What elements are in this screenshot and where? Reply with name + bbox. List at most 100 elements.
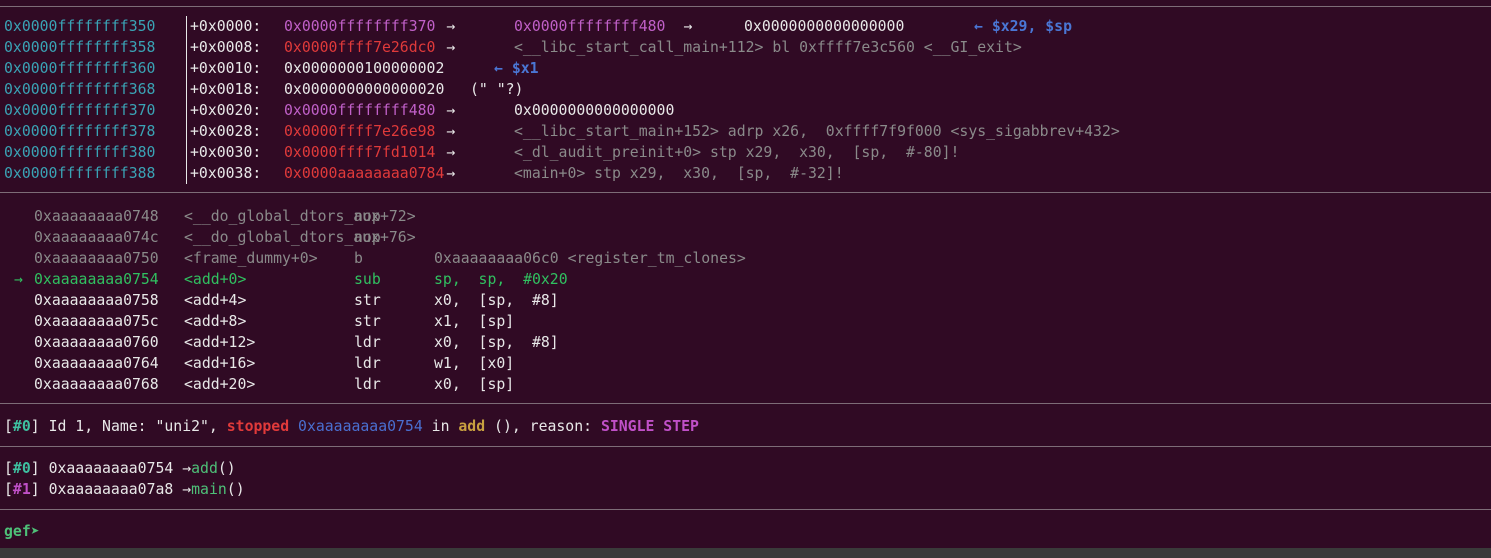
stack-value: 0x0000ffff7e26e98 — [284, 123, 436, 140]
gef-prompt[interactable]: gef➤ — [4, 521, 40, 542]
stack-row: 0x0000ffffffff370 +0x0020: 0x0000ffffffff4… — [4, 100, 1484, 121]
stack-offset: +0x0020: — [190, 102, 262, 119]
instruction-symbol: <frame_dummy+0> — [184, 250, 318, 267]
stack-deref: (" "?) — [470, 81, 524, 98]
separator-trace — [0, 446, 1491, 447]
stack-deref: 0x0000000000000000 — [514, 102, 675, 119]
thread-pc: 0xaaaaaaaa0754 — [298, 418, 423, 435]
stack-deref: <_dl_audit_preinit+0> stp x29, x30, [sp,… — [514, 144, 960, 161]
instruction-operands: x0, [sp, #8] — [434, 334, 559, 351]
frame-arrow-icon: → — [182, 481, 192, 498]
stack-deref: <__libc_start_call_main+112> bl 0xffff7e… — [514, 39, 1022, 56]
deref-arrow: → — [665, 18, 711, 35]
instruction-mnemonic: ldr — [354, 376, 381, 393]
frame-address: 0xaaaaaaaa0754 — [48, 460, 174, 477]
instruction-mnemonic: ldr — [354, 355, 381, 372]
code-row: 0xaaaaaaaa0758 <add+4> str x0, [sp, #8] — [14, 290, 1414, 311]
frame-parens: () — [226, 481, 245, 498]
instruction-address: 0xaaaaaaaa074c — [34, 229, 159, 246]
current-pc-arrow-icon — [14, 290, 23, 311]
instruction-operands: 0xaaaaaaaa06c0 <register_tm_clones> — [434, 250, 746, 267]
current-pc-arrow-icon — [14, 206, 23, 227]
frame-arrow-icon: → — [182, 460, 192, 477]
instruction-symbol: <__do_global_dtors_aux+76> — [184, 229, 416, 246]
stop-reason: SINGLE STEP — [600, 418, 699, 435]
code-row: 0xaaaaaaaa0760 <add+12> ldr x0, [sp, #8] — [14, 332, 1414, 353]
instruction-address: 0xaaaaaaaa0750 — [34, 250, 159, 267]
stack-value: 0x0000ffff7e26dc0 — [284, 39, 436, 56]
instruction-symbol: <add+0> — [184, 271, 247, 288]
stack-divider — [186, 16, 187, 184]
frame-parens: () — [217, 460, 236, 477]
instruction-address: 0xaaaaaaaa0764 — [34, 355, 159, 372]
stack-offset: +0x0010: — [190, 60, 262, 77]
window-bottom-bar — [0, 548, 1491, 558]
instruction-operands: x1, [sp] — [434, 313, 515, 330]
current-pc-arrow-icon: → — [14, 271, 23, 288]
deref-arrow: → — [437, 39, 465, 56]
instruction-symbol: <add+4> — [184, 292, 247, 309]
stack-offset: +0x0008: — [190, 39, 262, 56]
code-row: 0xaaaaaaaa0748 <__do_global_dtors_aux+72>… — [14, 206, 1414, 227]
instruction-address: 0xaaaaaaaa0768 — [34, 376, 159, 393]
backtrace-frame: [#1] 0xaaaaaaaa07a8 →main() — [4, 479, 245, 500]
stack-value: 0x0000000100000002 — [284, 60, 445, 77]
instruction-operands: sp, sp, #0x20 — [434, 271, 568, 288]
stack-address: 0x0000ffffffff388 — [4, 165, 156, 182]
code-row: 0xaaaaaaaa075c <add+8> str x1, [sp] — [14, 311, 1414, 332]
current-pc-arrow-icon — [14, 311, 23, 332]
bracket: ] — [30, 481, 49, 498]
instruction-symbol: <add+8> — [184, 313, 247, 330]
code-row: 0xaaaaaaaa074c <__do_global_dtors_aux+76>… — [14, 227, 1414, 248]
stack-pointer-chain: 0x0000ffffffff480 — [514, 18, 666, 35]
stack-address: 0x0000ffffffff358 — [4, 39, 156, 56]
stack-offset: +0x0018: — [190, 81, 262, 98]
register-annotation: ← $x1 — [494, 60, 539, 77]
frame-function: main — [191, 481, 227, 498]
frame-function: add — [191, 460, 218, 477]
current-pc-arrow-icon — [14, 332, 23, 353]
instruction-operands: w1, [x0] — [434, 355, 515, 372]
terminal-window[interactable]: 0x0000ffffffff350 +0x0000: 0x0000ffffffff3… — [0, 0, 1491, 548]
stack-address: 0x0000ffffffff370 — [4, 102, 156, 119]
frame-index: #1 — [12, 481, 31, 498]
separator-threads — [0, 403, 1491, 404]
stack-value: 0x0000ffffffff480 — [284, 102, 436, 119]
instruction-symbol: <add+20> — [184, 376, 256, 393]
separator-prompt — [0, 509, 1491, 510]
deref-arrow — [437, 58, 455, 79]
current-pc-arrow-icon — [14, 248, 23, 269]
separator-code — [0, 192, 1491, 193]
instruction-address: 0xaaaaaaaa0760 — [34, 334, 159, 351]
current-pc-arrow-icon — [14, 374, 23, 395]
instruction-operands: x0, [sp, #8] — [434, 292, 559, 309]
stack-offset: +0x0038: — [190, 165, 262, 182]
instruction-symbol: <add+16> — [184, 355, 256, 372]
stack-row: 0x0000ffffffff368 +0x0018: 0x0000000000000… — [4, 79, 1484, 100]
bracket: [ — [4, 460, 13, 477]
stack-row: 0x0000ffffffff350 +0x0000: 0x0000ffffffff3… — [4, 16, 1484, 37]
instruction-symbol: <__do_global_dtors_aux+72> — [184, 208, 416, 225]
register-annotation: ← $x29, $sp — [974, 18, 1072, 35]
prompt-arrow-icon: ➤ — [30, 523, 40, 540]
stack-row: 0x0000ffffffff378 +0x0028: 0x0000ffff7e26e… — [4, 121, 1484, 142]
current-pc-arrow-icon — [14, 353, 23, 374]
instruction-symbol: <add+12> — [184, 334, 256, 351]
deref-arrow: → — [437, 144, 465, 161]
stack-value: 0x0000ffffffff370 — [284, 18, 436, 35]
stack-address: 0x0000ffffffff378 — [4, 123, 156, 140]
deref-arrow: → — [437, 18, 465, 35]
stack-address: 0x0000ffffffff380 — [4, 144, 156, 161]
frame-address: 0xaaaaaaaa07a8 — [48, 481, 174, 498]
stack-offset: +0x0030: — [190, 144, 262, 161]
thread-state: stopped — [226, 418, 290, 435]
instruction-mnemonic: sub — [354, 271, 381, 288]
stack-offset: +0x0000: — [190, 18, 262, 35]
instruction-mnemonic: nop — [354, 208, 381, 225]
deref-arrow: → — [437, 123, 465, 140]
stack-deref: <__libc_start_main+152> adrp x26, 0xffff… — [514, 123, 1120, 140]
current-instruction: → 0xaaaaaaaa0754 <add+0> sub sp, sp, #0x20 — [14, 269, 1414, 290]
stack-address: 0x0000ffffffff350 — [4, 18, 156, 35]
deref-arrow: → — [437, 102, 465, 119]
